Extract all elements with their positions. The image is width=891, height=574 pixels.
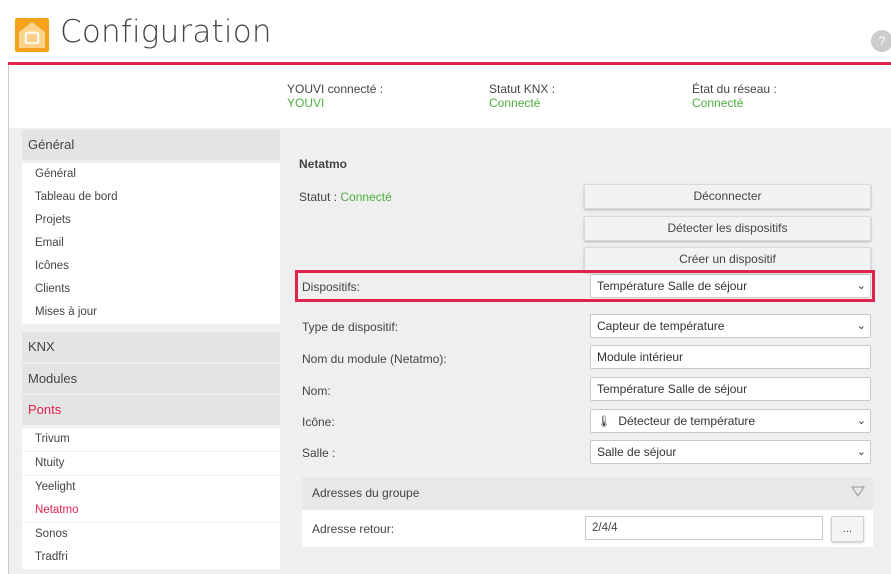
sidebar: Général Général Tableau de bord Projets …: [22, 128, 280, 574]
create-device-button[interactable]: Créer un dispositif: [584, 247, 871, 272]
knx-status-value: Connecté: [489, 96, 541, 110]
sidebar-item-trivum[interactable]: Trivum: [22, 428, 280, 451]
collapse-triangle-icon[interactable]: [851, 486, 865, 498]
salle-select[interactable]: Salle de séjour ⌄: [590, 440, 871, 464]
knx-status: Statut KNX : Connecté: [489, 82, 555, 110]
connection-status: Statut : Connecté: [299, 190, 392, 204]
sidebar-item-email[interactable]: Email: [22, 232, 280, 255]
salle-label: Salle :: [302, 446, 336, 460]
nom-input[interactable]: Température Salle de séjour: [590, 377, 871, 401]
knx-status-label: Statut KNX :: [489, 82, 556, 96]
disconnect-button[interactable]: Déconnecter: [584, 184, 871, 209]
page-title: Configuration: [60, 14, 272, 50]
browse-button[interactable]: ...: [831, 516, 864, 542]
sidebar-section-ponts[interactable]: Ponts: [22, 395, 280, 425]
sidebar-item-tableau-de-bord[interactable]: Tableau de bord: [22, 186, 280, 209]
sidebar-item-general[interactable]: Général: [22, 163, 280, 186]
app-logo-icon: [15, 18, 49, 52]
statut-value: Connecté: [340, 190, 392, 204]
youvi-status-value: YOUVI: [287, 96, 325, 110]
statut-label: Statut :: [299, 190, 338, 204]
youvi-status-label: YOUVI connecté :: [287, 82, 384, 96]
icone-label: Icône:: [302, 415, 335, 429]
salle-select-value: Salle de séjour: [597, 445, 677, 459]
group-addresses-panel: Adresses du groupe Adresse retour: 2/4/4…: [302, 477, 873, 547]
retour-address-label: Adresse retour:: [312, 522, 395, 536]
sidebar-section-knx[interactable]: KNX: [22, 332, 280, 362]
section-title: Netatmo: [299, 157, 348, 171]
network-status-value: Connecté: [692, 96, 744, 110]
help-icon[interactable]: ?: [871, 30, 891, 52]
sidebar-item-yeelight[interactable]: Yeelight: [22, 476, 280, 499]
sidebar-item-tradfri[interactable]: Tradfri: [22, 546, 280, 569]
module-name-value: Module intérieur: [597, 350, 684, 364]
temperature-sensor-icon: 🌡: [597, 416, 611, 428]
type-select-value: Capteur de température: [597, 319, 725, 333]
sidebar-section-modules[interactable]: Modules: [22, 364, 280, 394]
nom-value: Température Salle de séjour: [597, 382, 748, 396]
detect-devices-button[interactable]: Détecter les dispositifs: [584, 216, 871, 241]
nom-label: Nom:: [302, 384, 331, 398]
highlight-box: [295, 270, 875, 302]
type-select[interactable]: Capteur de température ⌄: [590, 314, 871, 338]
sidebar-item-ntuity[interactable]: Ntuity: [22, 452, 280, 475]
chevron-down-icon: ⌄: [856, 320, 866, 332]
type-label: Type de dispositif:: [302, 320, 399, 334]
group-addresses-body: Adresse retour: 2/4/4 ...: [302, 510, 873, 547]
icone-select-value: Détecteur de température: [618, 414, 756, 428]
network-status: État du réseau : Connecté: [692, 82, 777, 110]
header: Configuration ?: [0, 0, 891, 62]
sidebar-item-clients[interactable]: Clients: [22, 278, 280, 301]
sidebar-item-netatmo[interactable]: Netatmo: [22, 499, 280, 522]
sidebar-section-general[interactable]: Général: [22, 130, 280, 160]
chevron-down-icon: ⌄: [856, 415, 866, 427]
sidebar-item-mises-a-jour[interactable]: Mises à jour: [22, 301, 280, 324]
sidebar-item-sonos[interactable]: Sonos: [22, 523, 280, 546]
sidebar-item-projets[interactable]: Projets: [22, 209, 280, 232]
youvi-status: YOUVI connecté : YOUVI: [287, 82, 383, 110]
icone-select[interactable]: 🌡 Détecteur de température ⌄: [590, 409, 871, 433]
module-name-input[interactable]: Module intérieur: [590, 345, 871, 369]
retour-address-input[interactable]: 2/4/4: [585, 516, 823, 540]
group-addresses-header[interactable]: Adresses du groupe: [302, 477, 873, 510]
module-name-label: Nom du module (Netatmo):: [302, 352, 447, 366]
status-bar: YOUVI connecté : YOUVI Statut KNX : Conn…: [9, 65, 891, 128]
group-addresses-title: Adresses du groupe: [312, 486, 420, 500]
network-status-label: État du réseau :: [692, 82, 777, 96]
chevron-down-icon: ⌄: [856, 446, 866, 458]
sidebar-item-icones[interactable]: Icônes: [22, 255, 280, 278]
